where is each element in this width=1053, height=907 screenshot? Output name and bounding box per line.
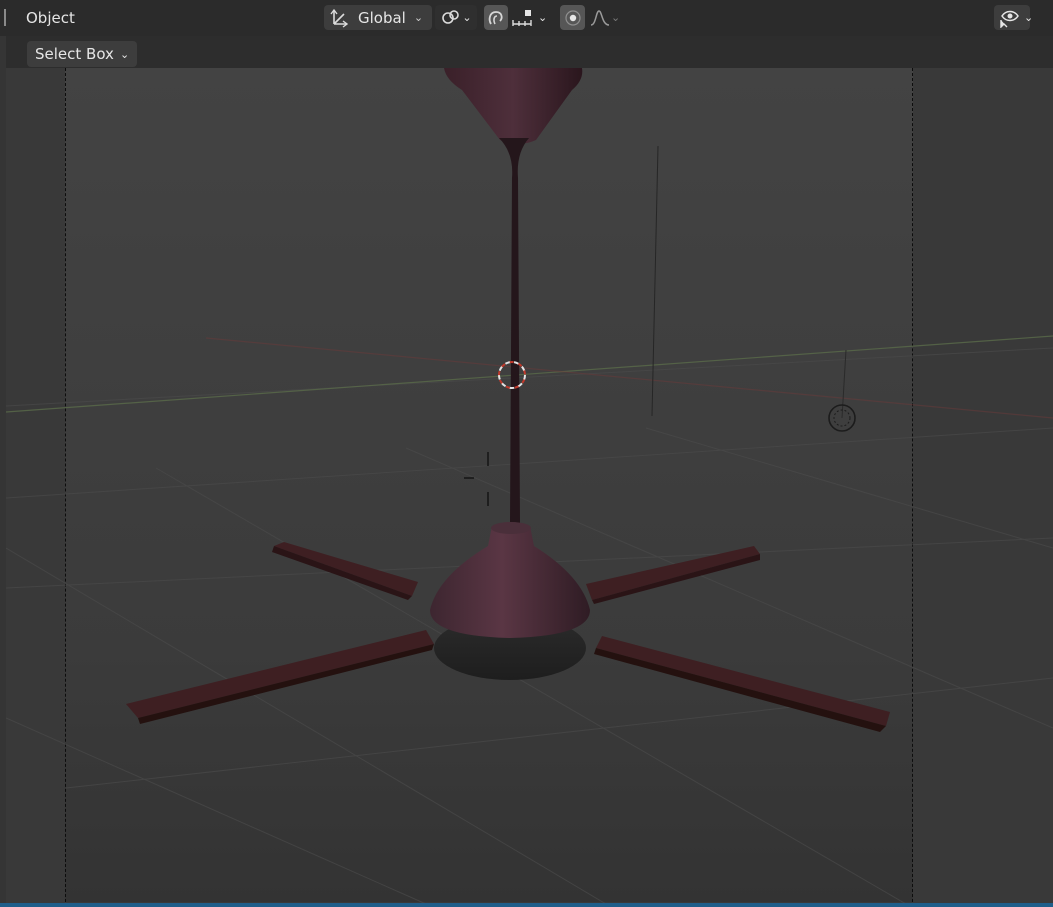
fan-blade-front-left [126,630,434,718]
chevron-down-icon: ⌄ [413,11,424,24]
grid-x-axis-line [205,337,1053,419]
chevron-down-icon: ⌄ [538,11,548,24]
snap-toggle[interactable] [484,5,508,30]
mode-label[interactable]: Object [16,6,85,30]
chevron-down-icon: ⌄ [611,11,621,24]
chevron-down-icon: ⌄ [462,11,472,24]
transform-orientation-icon [330,8,350,28]
proportional-falloff-dropdown[interactable]: ⌄ [589,5,627,30]
tool-settings-bar [0,36,1053,70]
snap-magnet-icon [486,8,506,28]
fan-downrod [499,138,529,523]
3d-viewport[interactable] [6,68,1053,904]
fan-blade-back-left-edge [272,546,412,600]
snap-increment-icon [511,8,535,28]
grid-y-axis-line [6,335,1053,413]
scene-canvas[interactable] [6,68,1053,904]
pivot-link-icon [440,8,462,28]
fan-blade-back-right [586,546,760,600]
selectability-visibility-icon [999,8,1021,28]
fan-canopy [444,68,583,144]
proportional-editing-icon [563,8,583,28]
transform-orientation-label: Global [358,8,406,27]
object-origin-marker [464,452,489,506]
chevron-down-icon: ⌄ [1024,11,1034,24]
fan-blade-front-right-edge [594,648,886,732]
light-line [651,145,659,417]
viewport-header: Object Global ⌄ ⌄ ⌄ ⌄ ⌄ [0,0,1053,36]
light-line-2 [841,349,847,419]
snap-target-dropdown[interactable]: ⌄ [511,5,551,30]
fan-blade-front-left-edge [138,644,434,724]
proportional-editing-toggle[interactable] [560,5,585,30]
fan-motor-housing [430,522,590,638]
status-bar-edge [0,903,1053,907]
chevron-down-icon: ⌄ [119,47,130,61]
select-mode-dropdown[interactable]: Select Box ⌄ [27,41,138,67]
transform-orientation-dropdown[interactable]: Global ⌄ [324,5,432,30]
editor-type-fragment[interactable] [4,9,6,26]
falloff-curve-icon [589,8,611,28]
pivot-point-dropdown[interactable]: ⌄ [435,5,477,30]
fan-housing-top [491,522,531,534]
select-mode-label: Select Box [35,45,114,63]
selectability-visibility-dropdown[interactable]: ⌄ [994,5,1034,30]
